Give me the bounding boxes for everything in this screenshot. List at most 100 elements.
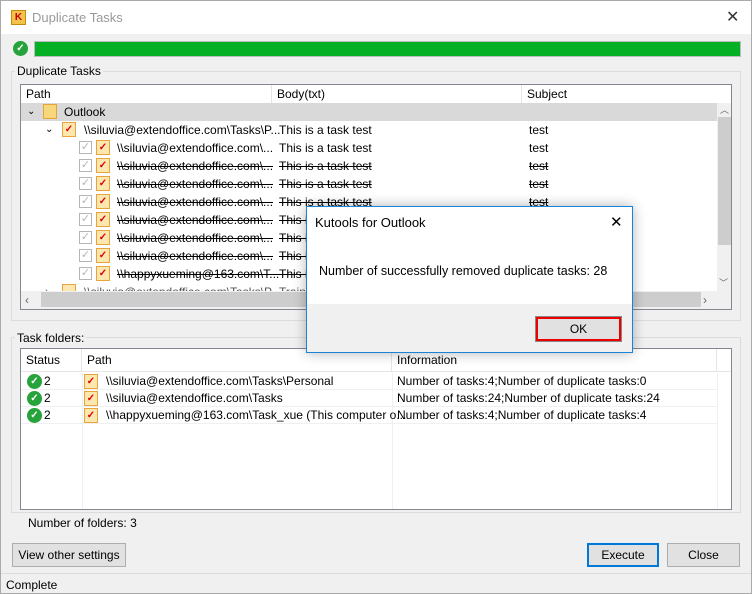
status: 2: [44, 391, 51, 405]
task-folder-icon: ✓: [84, 408, 98, 423]
status: 2: [44, 374, 51, 388]
scroll-left-icon[interactable]: ‹: [25, 293, 29, 307]
column-body[interactable]: Body(txt): [272, 85, 522, 104]
root-label: Outlook: [64, 105, 106, 119]
path: \\happyxueming@163.com\Task_xue (This co…: [106, 408, 407, 422]
task-icon: ✓: [96, 266, 110, 281]
execute-button[interactable]: Execute: [587, 543, 659, 567]
folder-count-label: Number of folders:: [28, 516, 127, 530]
progress-bar: [34, 41, 741, 57]
column-path[interactable]: Path: [21, 85, 272, 104]
body: This is a task test: [279, 177, 372, 191]
progress-fill: [35, 42, 740, 56]
app-icon: K: [11, 10, 26, 25]
dialog-title: Kutools for Outlook: [315, 215, 426, 230]
tree-row-root[interactable]: ⌄ Outlook: [21, 103, 717, 121]
information: Number of tasks:4;Number of duplicate ta…: [397, 374, 647, 388]
path: \\siluvia@extendoffice.com\Tasks\Persona…: [106, 374, 334, 388]
chevron-down-icon[interactable]: ⌄: [45, 121, 53, 139]
subject: test: [529, 123, 549, 137]
ok-button[interactable]: OK: [535, 316, 622, 342]
task-icon: ✓: [96, 176, 110, 191]
subject: test: [529, 177, 549, 191]
column-subject[interactable]: Subject: [522, 85, 717, 104]
chevron-right-icon[interactable]: ›: [45, 283, 48, 291]
folder-count: Number of folders: 3: [28, 516, 137, 530]
path: \\siluvia@extendoffice.com\...: [117, 213, 274, 227]
path: \\siluvia@extendoffice.com\...: [117, 159, 274, 173]
status-ok-icon: ✓: [27, 374, 42, 389]
status-bar: Complete: [1, 573, 751, 594]
path: \\siluvia@extendoffice.com\...: [117, 177, 274, 191]
item-checkbox[interactable]: ✓: [79, 231, 92, 244]
item-checkbox[interactable]: ✓: [79, 249, 92, 262]
tree-header: Path Body(txt) Subject: [21, 85, 731, 104]
task-folder-icon: ✓: [84, 391, 98, 406]
path: \\happyxueming@163.com\T...: [117, 267, 280, 281]
column-status[interactable]: Status: [21, 349, 82, 372]
view-other-settings-button[interactable]: View other settings: [12, 543, 126, 567]
task-folders-list[interactable]: Status Path Information ✓ 2 ✓ \\siluvia@ext…: [20, 348, 732, 510]
dialog-footer: OK: [307, 304, 632, 352]
folder-count-value: 3: [130, 516, 137, 530]
vertical-scrollbar[interactable]: ︿ ﹀: [717, 103, 731, 291]
outlook-icon: [43, 104, 57, 119]
body: This is a task test: [279, 141, 372, 155]
status-ok-icon: ✓: [27, 408, 42, 423]
task-folder-icon: ✓: [62, 122, 76, 137]
item-checkbox[interactable]: ✓: [79, 213, 92, 226]
status-text: Complete: [6, 578, 58, 592]
status: 2: [44, 408, 51, 422]
folder-row[interactable]: ✓ 2 ✓ \\siluvia@extendoffice.com\Tasks Numbe…: [21, 390, 717, 407]
scroll-right-icon[interactable]: ›: [703, 293, 707, 307]
path: \\siluvia@extendoffice.com\...: [117, 141, 274, 155]
path: \\siluvia@extendoffice.com\Tasks: [106, 391, 283, 405]
window-title: Duplicate Tasks: [32, 10, 123, 25]
title-bar: K Duplicate Tasks ✕: [1, 1, 751, 34]
item-checkbox[interactable]: ✓: [79, 159, 92, 172]
complete-check-icon: ✓: [13, 41, 28, 56]
item-checkbox[interactable]: ✓: [79, 141, 92, 154]
information: Number of tasks:24;Number of duplicate t…: [397, 391, 660, 405]
information: Number of tasks:4;Number of duplicate ta…: [397, 408, 647, 422]
task-icon: ✓: [96, 230, 110, 245]
tree-row-parent[interactable]: ⌄ ✓ \\siluvia@extendoffice.com\Tasks\P... T…: [21, 121, 717, 139]
folder-row[interactable]: ✓ 2 ✓ \\siluvia@extendoffice.com\Tasks\Pers…: [21, 373, 717, 390]
task-icon: ✓: [96, 212, 110, 227]
path: \\siluvia@extendoffice.com\...: [117, 249, 274, 263]
item-checkbox[interactable]: ✓: [79, 267, 92, 280]
subject: test: [529, 159, 549, 173]
path: \\siluvia@extendoffice.com\...: [117, 231, 274, 245]
status-ok-icon: ✓: [27, 391, 42, 406]
tree-row-item[interactable]: ✓ ✓ \\siluvia@extendoffice.com\... This is …: [21, 175, 717, 193]
scroll-up-icon[interactable]: ︿: [717, 103, 731, 116]
task-icon: ✓: [96, 248, 110, 263]
body: This is a task test: [279, 123, 372, 137]
duplicate-tasks-label: Duplicate Tasks: [15, 64, 103, 78]
path: \\siluvia@extendoffice.com\Tasks\P...: [84, 283, 281, 291]
task-icon: ✓: [96, 158, 110, 173]
chevron-down-icon[interactable]: ⌄: [27, 103, 35, 121]
task-icon: ✓: [96, 194, 110, 209]
message-dialog: Kutools for Outlook ✕ Number of successf…: [306, 206, 633, 353]
dialog-message: Number of successfully removed duplicate…: [319, 264, 608, 278]
task-folder-icon: ✓: [84, 374, 98, 389]
item-checkbox[interactable]: ✓: [79, 177, 92, 190]
path: \\siluvia@extendoffice.com\Tasks\P...: [84, 123, 281, 137]
path: \\siluvia@extendoffice.com\...: [117, 195, 274, 209]
dialog-close-icon[interactable]: ✕: [610, 213, 623, 231]
task-icon: ✓: [96, 140, 110, 155]
close-button[interactable]: Close: [667, 543, 740, 567]
scroll-down-icon[interactable]: ﹀: [719, 276, 728, 289]
tree-row-item[interactable]: ✓ ✓ \\siluvia@extendoffice.com\... This is …: [21, 139, 717, 157]
item-checkbox[interactable]: ✓: [79, 195, 92, 208]
subject: test: [529, 141, 549, 155]
scroll-thumb[interactable]: [718, 117, 731, 245]
close-icon[interactable]: ✕: [726, 7, 739, 27]
body: This is a task test: [279, 159, 372, 173]
folders-body: ✓ 2 ✓ \\siluvia@extendoffice.com\Tasks\Pers…: [21, 373, 731, 509]
task-folder-icon: [62, 284, 76, 291]
task-folders-label: Task folders:: [15, 331, 87, 345]
tree-row-item[interactable]: ✓ ✓ \\siluvia@extendoffice.com\... This is …: [21, 157, 717, 175]
folder-row[interactable]: ✓ 2 ✓ \\happyxueming@163.com\Task_xue (This…: [21, 407, 717, 424]
